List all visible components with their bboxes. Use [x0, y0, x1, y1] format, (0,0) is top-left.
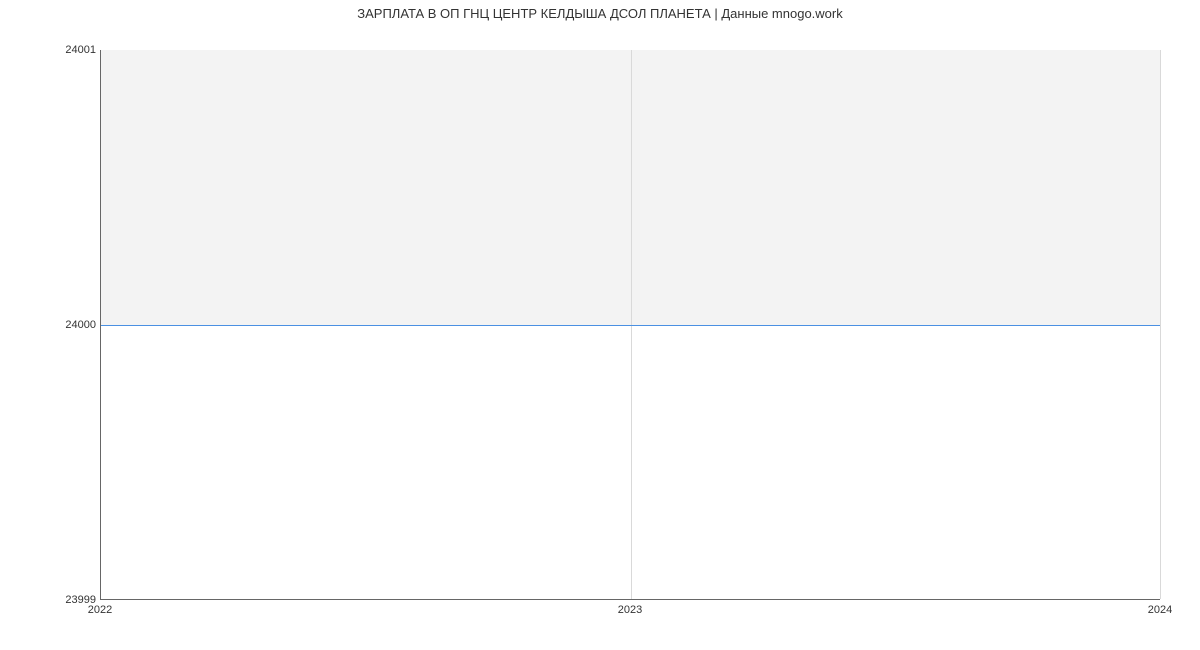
plot-area [100, 50, 1160, 600]
chart-title: ЗАРПЛАТА В ОП ГНЦ ЦЕНТР КЕЛДЫША ДСОЛ ПЛА… [0, 6, 1200, 21]
x-tick-label: 2024 [1148, 604, 1172, 616]
gridline-v [1160, 50, 1161, 599]
data-line [101, 325, 1160, 326]
y-tick-label: 24001 [65, 44, 96, 56]
x-tick-label: 2022 [88, 604, 112, 616]
x-tick-label: 2023 [618, 604, 642, 616]
y-tick-label: 24000 [65, 319, 96, 331]
